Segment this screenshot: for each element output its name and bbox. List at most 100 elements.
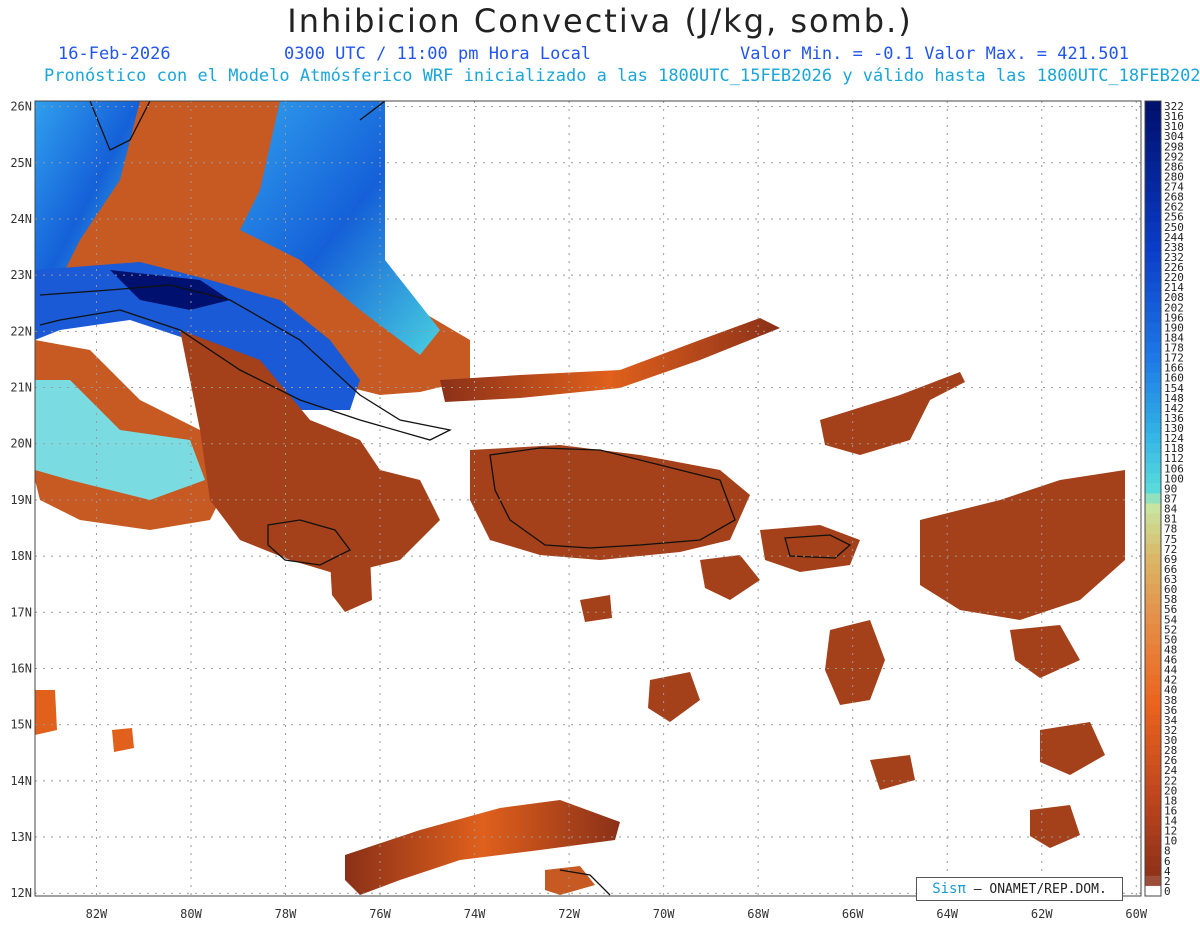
colorbar-swatch (1145, 795, 1161, 806)
lon-tick-label: 68W (747, 907, 769, 921)
colorbar-swatch (1145, 433, 1161, 444)
colorbar-swatch (1145, 785, 1161, 796)
colorbar-swatch (1145, 513, 1161, 525)
lat-tick-label: 23N (10, 268, 32, 282)
lon-tick-label: 82W (86, 907, 108, 921)
colorbar-swatch (1145, 251, 1161, 263)
colorbar-swatch (1145, 191, 1161, 203)
colorbar-swatch (1145, 694, 1161, 706)
colorbar-label: 0 (1164, 885, 1171, 898)
sispi-logo: Sisπ (932, 881, 966, 897)
colorbar-swatch (1145, 312, 1161, 323)
plot-area (35, 101, 1141, 896)
lat-tick-label: 20N (10, 437, 32, 451)
colorbar-swatch (1145, 292, 1161, 303)
lat-tick-label: 22N (10, 324, 32, 338)
credit-text: – ONAMET/REP.DOM. (973, 882, 1107, 897)
colorbar-swatch (1145, 553, 1161, 565)
lat-tick-label: 12N (10, 886, 32, 900)
colorbar-swatch (1145, 825, 1161, 837)
colorbar-swatch (1145, 855, 1161, 867)
colorbar-swatch (1145, 121, 1161, 132)
lat-tick-label: 15N (10, 718, 32, 732)
colorbar-swatch (1145, 342, 1161, 353)
cin-map: 82W 80W 78W 76W 74W 72W 70W 68W 66W 64W 62W 60W 12N… (10, 100, 1184, 921)
lon-tick-label: 62W (1031, 907, 1053, 921)
lat-tick-label: 13N (10, 830, 32, 844)
lat-tick-label: 19N (10, 493, 32, 507)
colorbar-swatch (1145, 805, 1161, 816)
colorbar-swatch (1145, 332, 1161, 343)
lat-tick-label: 17N (10, 605, 32, 619)
colorbar-swatch (1145, 402, 1161, 414)
colorbar-swatch (1145, 714, 1161, 726)
lat-tick-label: 14N (10, 774, 32, 788)
colorbar-swatch (1145, 372, 1161, 384)
lat-tick-label: 18N (10, 549, 32, 563)
colorbar-swatch (1145, 412, 1161, 424)
colorbar-swatch (1145, 473, 1161, 484)
colorbar-swatch (1145, 594, 1161, 605)
colorbar-swatch (1145, 775, 1161, 786)
colorbar-swatch (1145, 875, 1161, 887)
colorbar-swatch (1145, 443, 1161, 454)
colorbar-swatch (1145, 835, 1161, 847)
lat-tick-label: 21N (10, 381, 32, 395)
colorbar-swatch (1145, 533, 1161, 545)
lat-tick-label: 16N (10, 661, 32, 675)
colorbar-swatch (1145, 563, 1161, 575)
colorbar-swatch (1145, 745, 1161, 756)
colorbar-swatch (1145, 845, 1161, 857)
colorbar-swatch (1145, 382, 1161, 394)
colorbar-swatch (1145, 483, 1161, 494)
colorbar-swatch (1145, 161, 1161, 172)
colorbar-swatch (1145, 755, 1161, 766)
lon-tick-label: 76W (369, 907, 391, 921)
colorbar-swatch (1145, 865, 1161, 877)
colorbar-swatch (1145, 704, 1161, 716)
colorbar-swatch (1145, 221, 1161, 233)
colorbar-swatch (1145, 614, 1161, 625)
colorbar-swatch (1145, 141, 1161, 152)
colorbar-swatch (1145, 815, 1161, 826)
colorbar-swatch (1145, 493, 1161, 504)
credit-box: Sisπ – ONAMET/REP.DOM. (916, 877, 1123, 901)
colorbar-swatch (1145, 765, 1161, 776)
colorbar-swatch (1145, 423, 1161, 434)
lon-tick-label: 74W (464, 907, 486, 921)
colorbar-swatch (1145, 604, 1161, 615)
colorbar-swatch (1145, 231, 1161, 243)
colorbar-swatch (1145, 131, 1161, 142)
colorbar-swatch (1145, 664, 1161, 676)
lon-tick-label: 64W (936, 907, 958, 921)
colorbar-swatch (1145, 674, 1161, 686)
latitude-axis: 12N 13N 14N 15N 16N 17N 18N 19N 20N 21N 22N 23N 24N 2… (10, 100, 32, 901)
colorbar-swatch (1145, 171, 1161, 182)
lon-tick-label: 78W (275, 907, 297, 921)
lon-tick-label: 70W (653, 907, 675, 921)
colorbar-swatch (1145, 151, 1161, 162)
colorbar-swatch (1145, 322, 1161, 333)
colorbar-swatch (1145, 684, 1161, 696)
colorbar-swatch (1145, 885, 1161, 897)
colorbar-swatch (1145, 624, 1161, 635)
colorbar: 3223163103042982922862802742682622562502… (1144, 100, 1184, 898)
lat-tick-label: 24N (10, 212, 32, 226)
colorbar-swatch (1145, 272, 1161, 283)
lon-tick-label: 72W (558, 907, 580, 921)
colorbar-swatch (1145, 241, 1161, 253)
colorbar-swatch (1145, 111, 1161, 122)
colorbar-swatch (1145, 262, 1161, 273)
colorbar-swatch (1145, 724, 1161, 736)
colorbar-swatch (1145, 584, 1161, 595)
colorbar-swatch (1145, 463, 1161, 474)
colorbar-swatch (1145, 543, 1161, 555)
colorbar-swatch (1145, 644, 1161, 655)
colorbar-swatch (1145, 573, 1161, 585)
colorbar-swatch (1145, 352, 1161, 364)
colorbar-swatch (1145, 282, 1161, 293)
colorbar-swatch (1145, 392, 1161, 404)
colorbar-swatch (1145, 503, 1161, 514)
lat-tick-label: 25N (10, 156, 32, 170)
lon-tick-label: 80W (180, 907, 202, 921)
